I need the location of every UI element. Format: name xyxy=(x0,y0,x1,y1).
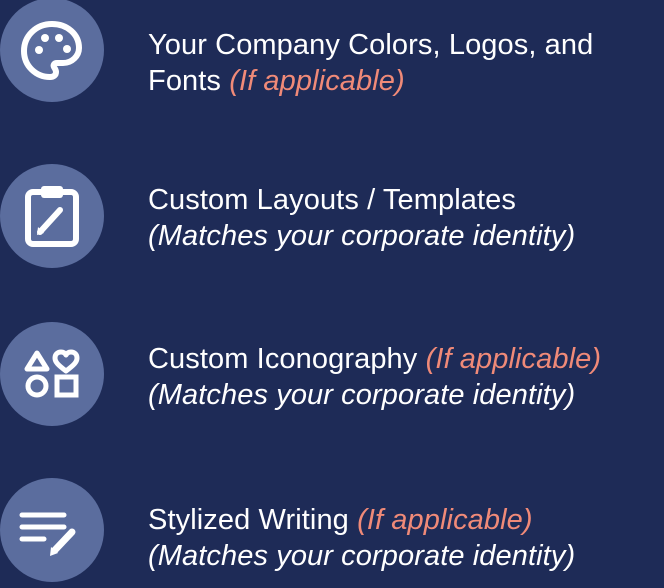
feature-subtitle: (Matches your corporate identity) xyxy=(148,540,576,572)
feature-title-row: Stylized Writing (If applicable) xyxy=(148,502,575,538)
clipboard-edit-icon xyxy=(0,164,104,268)
shapes-icon xyxy=(0,322,104,426)
feature-text: Custom Layouts / Templates (Matches your… xyxy=(148,182,575,254)
feature-note: (If applicable) xyxy=(229,65,405,97)
feature-title: Stylized Writing xyxy=(148,504,349,536)
feature-text: Custom Iconography (If applicable) (Matc… xyxy=(148,341,601,413)
feature-subtitle: (Matches your corporate identity) xyxy=(148,379,576,411)
feature-subtitle: (Matches your corporate identity) xyxy=(148,220,576,252)
feature-title-row: Custom Iconography (If applicable) xyxy=(148,341,601,377)
feature-note: (If applicable) xyxy=(357,504,533,536)
feature-text: Stylized Writing (If applicable) (Matche… xyxy=(148,502,575,574)
feature-title: Fonts xyxy=(148,65,222,97)
feature-text: Your Company Colors, Logos, and Fonts (I… xyxy=(148,27,593,99)
palette-icon xyxy=(0,0,104,102)
feature-title-line1: Your Company Colors, Logos, and xyxy=(148,29,594,61)
feature-title: Custom Layouts / Templates xyxy=(148,184,516,216)
feature-title-line2: Fonts (If applicable) xyxy=(148,63,593,99)
feature-title: Custom Iconography xyxy=(148,343,418,375)
feature-note: (If applicable) xyxy=(425,343,602,375)
text-edit-icon xyxy=(0,478,104,582)
